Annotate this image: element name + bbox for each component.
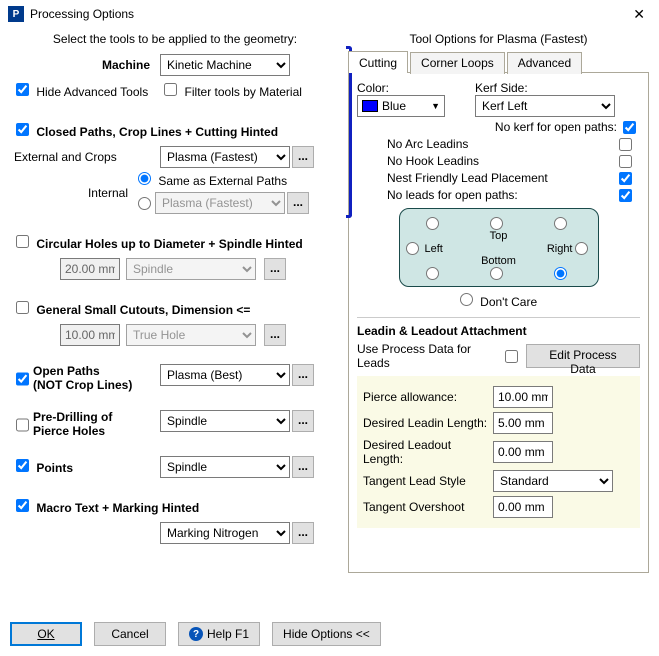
tab-advanced[interactable]: Advanced (507, 52, 582, 74)
predrill-more-button[interactable]: ... (292, 410, 314, 432)
circular-holes-check[interactable]: Circular Holes up to Diameter + Spindle … (16, 235, 303, 251)
color-swatch-icon (362, 100, 378, 112)
internal-same-radio[interactable]: Same as External Paths (138, 172, 309, 188)
machine-label: Machine (10, 58, 160, 72)
open-tool-select[interactable]: Plasma (Best) (160, 364, 290, 386)
close-icon[interactable]: ✕ (627, 6, 651, 23)
tab-corner-loops[interactable]: Corner Loops (410, 52, 505, 74)
circular-more-button[interactable]: ... (264, 258, 286, 280)
color-label: Color: (357, 81, 445, 95)
no-kerf-open-label: No kerf for open paths: (495, 120, 617, 134)
window-title: Processing Options (30, 7, 627, 21)
pos-bl-radio[interactable] (426, 267, 439, 280)
points-check[interactable]: Points (16, 459, 160, 475)
open-more-button[interactable]: ... (292, 364, 314, 386)
internal-alt-radio[interactable] (138, 197, 151, 210)
macro-text-check[interactable]: Macro Text + Marking Hinted (16, 499, 199, 515)
small-more-button[interactable]: ... (264, 324, 286, 346)
chevron-down-icon: ▼ (431, 101, 440, 111)
pierce-input[interactable] (493, 386, 553, 408)
nest-friendly-label: Nest Friendly Lead Placement (387, 171, 548, 185)
use-process-check[interactable] (505, 350, 518, 363)
internal-label: Internal (10, 186, 138, 200)
kerf-side-select[interactable]: Kerf Left (475, 95, 615, 117)
pos-bottom-label: Bottom (406, 255, 592, 267)
use-process-label: Use Process Data for Leads (357, 342, 501, 370)
no-hook-label: No Hook Leadins (387, 154, 479, 168)
leadout-len-label: Desired Leadout Length: (363, 438, 493, 466)
no-kerf-open-check[interactable] (623, 121, 636, 134)
small-dimension-input (60, 324, 120, 346)
kerf-label: Kerf Side: (475, 81, 640, 95)
small-tool-select: True Hole (126, 324, 256, 346)
no-leads-open-label: No leads for open paths: (387, 188, 518, 202)
closed-paths-check[interactable]: Closed Paths, Crop Lines + Cutting Hinte… (16, 123, 278, 139)
app-icon: P (8, 6, 24, 22)
macro-tool-select[interactable]: Marking Nitrogen (160, 522, 290, 544)
no-arc-check[interactable] (619, 138, 632, 151)
points-more-button[interactable]: ... (292, 456, 314, 478)
tangent-style-label: Tangent Lead Style (363, 474, 493, 488)
pos-right-label: Right (547, 243, 573, 255)
instruction-text: Select the tools to be applied to the ge… (10, 32, 340, 46)
help-button[interactable]: ? Help F1 (178, 622, 260, 646)
no-hook-check[interactable] (619, 155, 632, 168)
tangent-over-input[interactable] (493, 496, 553, 518)
external-tool-select[interactable]: Plasma (Fastest) (160, 146, 290, 168)
pierce-label: Pierce allowance: (363, 390, 493, 404)
pos-br-radio[interactable] (554, 267, 567, 280)
edit-process-button[interactable]: Edit Process Data (526, 344, 640, 368)
predrill-tool-select[interactable]: Spindle (160, 410, 290, 432)
tool-options-title: Tool Options for Plasma (Fastest) (348, 32, 649, 46)
pos-b-radio[interactable] (490, 267, 503, 280)
internal-tool-select: Plasma (Fastest) (155, 192, 285, 214)
pos-top-label: Top (406, 230, 592, 242)
nest-friendly-check[interactable] (619, 172, 632, 185)
open-paths-check[interactable]: Open Paths(NOT Crop Lines) (16, 364, 160, 392)
external-more-button[interactable]: ... (292, 146, 314, 168)
leadin-len-input[interactable] (493, 412, 553, 434)
pos-t-radio[interactable] (490, 217, 503, 230)
no-leads-open-check[interactable] (619, 189, 632, 202)
pos-tl-radio[interactable] (426, 217, 439, 230)
leadin-len-label: Desired Leadin Length: (363, 416, 493, 430)
tab-cutting[interactable]: Cutting (348, 51, 408, 73)
leadout-len-input[interactable] (493, 441, 553, 463)
pos-l-radio[interactable] (406, 242, 419, 255)
tangent-over-label: Tangent Overshoot (363, 500, 493, 514)
filter-material-check[interactable]: Filter tools by Material (164, 83, 302, 99)
circular-diameter-input (60, 258, 120, 280)
small-cutouts-check[interactable]: General Small Cutouts, Dimension <= (16, 301, 250, 317)
dont-care-radio[interactable]: Don't Care (460, 295, 537, 309)
internal-more-button[interactable]: ... (287, 192, 309, 214)
hide-options-button[interactable]: Hide Options << (272, 622, 381, 646)
machine-select[interactable]: Kinetic Machine (160, 54, 290, 76)
external-label: External and Crops (10, 150, 160, 164)
help-icon: ? (189, 627, 203, 641)
pos-tr-radio[interactable] (554, 217, 567, 230)
hide-advanced-check[interactable]: Hide Advanced Tools (16, 83, 148, 99)
tangent-style-select[interactable]: Standard (493, 470, 613, 492)
no-arc-label: No Arc Leadins (387, 137, 468, 151)
pos-left-label: Left (425, 243, 443, 255)
ok-button[interactable]: OK (10, 622, 82, 646)
color-select[interactable]: Blue ▼ (357, 95, 445, 117)
circular-tool-select: Spindle (126, 258, 256, 280)
predrill-check[interactable]: Pre-Drilling ofPierce Holes (16, 410, 160, 438)
macro-more-button[interactable]: ... (292, 522, 314, 544)
lead-position-box: Top Left Right Bottom (399, 208, 599, 287)
pos-r-radio[interactable] (575, 242, 588, 255)
leadin-section-title: Leadin & Leadout Attachment (357, 324, 640, 338)
points-tool-select[interactable]: Spindle (160, 456, 290, 478)
cancel-button[interactable]: Cancel (94, 622, 166, 646)
